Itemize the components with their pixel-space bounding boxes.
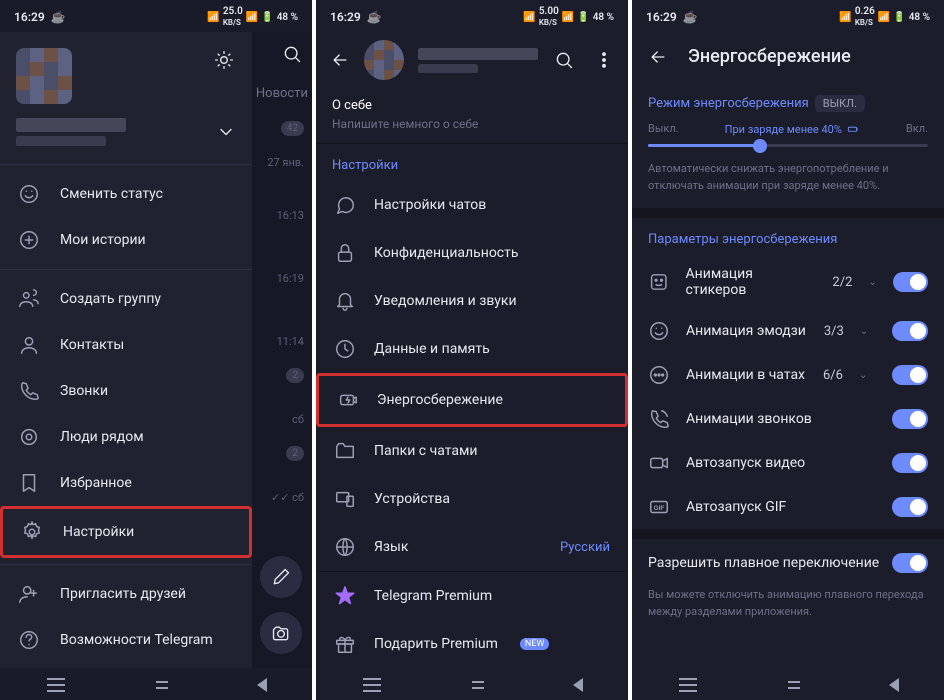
lock-icon [334, 242, 356, 264]
smile-icon [648, 320, 670, 342]
ps-stickers[interactable]: Анимация стикеров2/2⌄ [632, 255, 944, 309]
data-icon [334, 338, 356, 360]
bolt-icon [337, 389, 359, 411]
menu-saved[interactable]: Избранное [0, 460, 252, 506]
setting-data[interactable]: Данные и память [316, 325, 628, 373]
call-anim-icon [648, 408, 670, 430]
help-icon [18, 629, 40, 651]
bell-icon [334, 290, 356, 312]
setting-gift[interactable]: Подарить PremiumNEW [316, 620, 628, 668]
username-blurred [16, 118, 126, 132]
menu-change-status[interactable]: Сменить статус [0, 171, 252, 217]
phone-drawer-screen: 16:29☕ 📶 25.0KB/S 📶🔋 48 % [0, 0, 312, 700]
nav-home[interactable] [156, 678, 168, 692]
back-icon[interactable] [648, 47, 668, 67]
chat-icon [334, 194, 356, 216]
sticker-icon [648, 271, 670, 293]
folder-icon [334, 440, 356, 462]
nav-back[interactable] [257, 678, 267, 692]
menu-my-stories[interactable]: Мои истории [0, 217, 252, 263]
profile-avatar[interactable] [364, 40, 404, 80]
settings-header: Настройки [316, 144, 628, 181]
theme-toggle-icon[interactable] [214, 50, 234, 70]
camera-fab[interactable] [260, 612, 302, 654]
menu-settings[interactable]: Настройки [0, 506, 252, 558]
power-slider[interactable] [648, 144, 928, 147]
navigation-drawer: Сменить статус Мои истории Создать групп… [0, 32, 252, 668]
more-icon[interactable] [594, 50, 614, 70]
menu-create-group[interactable]: Создать группу [0, 276, 252, 322]
devices-icon [334, 488, 356, 510]
setting-notifications[interactable]: Уведомления и звуки [316, 277, 628, 325]
about-section[interactable]: О себе Напишите немного о себе [316, 88, 628, 143]
nearby-icon [18, 426, 40, 448]
chat-list-peek: Новости 42 27 янв. 16:13 16:19 11:14 2 с… [252, 32, 312, 668]
phone-icon [18, 380, 40, 402]
setting-language[interactable]: ЯзыкРусский [316, 523, 628, 571]
gear-icon [21, 521, 43, 543]
status-time: 16:29 [14, 10, 45, 24]
params-header: Параметры энергосбережения [632, 218, 944, 255]
menu-calls[interactable]: Звонки [0, 368, 252, 414]
menu-invite[interactable]: Пригласить друзей [0, 571, 252, 617]
news-tab[interactable]: Новости [252, 76, 312, 111]
phone-power-saving-screen: 16:29☕ 📶0.26KB/S📶🔋48 % Энергосбережение … [632, 0, 944, 700]
search-icon[interactable] [554, 50, 574, 70]
pencil-fab[interactable] [260, 556, 302, 598]
android-nav [0, 668, 312, 700]
power-hint: Автоматически снижать энергопотребление … [632, 161, 944, 208]
setting-devices[interactable]: Устройства [316, 475, 628, 523]
mode-label: Режим энергосбережения [648, 96, 809, 111]
ps-autogif[interactable]: Автозапуск GIF [632, 485, 944, 529]
smooth-switch-row[interactable]: Разрешить плавное переключение [632, 539, 944, 587]
back-icon[interactable] [330, 50, 350, 70]
status-bar: 16:29☕ 📶 25.0KB/S 📶🔋 48 % [0, 0, 312, 32]
battery-icon [846, 122, 860, 136]
user-avatar[interactable] [16, 48, 72, 104]
smooth-hint: Вы можете отключить анимацию плавного пе… [632, 587, 944, 634]
ps-emoji[interactable]: Анимация эмодзи3/3⌄ [632, 309, 944, 353]
bookmark-icon [18, 472, 40, 494]
toggle[interactable] [893, 272, 928, 292]
dots-chat-icon [648, 364, 670, 386]
profile-name-blurred [418, 48, 538, 60]
setting-folders[interactable]: Папки с чатами [316, 427, 628, 475]
group-icon [18, 288, 40, 310]
ps-autovideo[interactable]: Автозапуск видео [632, 441, 944, 485]
gif-icon [648, 496, 670, 518]
nav-recents[interactable] [45, 678, 67, 692]
setting-privacy[interactable]: Конфиденциальность [316, 229, 628, 277]
star-icon [334, 585, 356, 607]
menu-features[interactable]: Возможности Telegram [0, 617, 252, 663]
person-icon [18, 334, 40, 356]
menu-contacts[interactable]: Контакты [0, 322, 252, 368]
menu-people-nearby[interactable]: Люди рядом [0, 414, 252, 460]
search-icon[interactable] [282, 44, 302, 64]
stories-icon [18, 229, 40, 251]
mode-state-badge: ВЫКЛ. [815, 95, 865, 112]
smile-icon [18, 183, 40, 205]
gift-icon [334, 633, 356, 655]
plus-person-icon [18, 583, 40, 605]
phone-blurred [16, 136, 106, 146]
chevron-down-icon[interactable] [216, 122, 236, 142]
phone-settings-screen: 16:29☕ 📶5.00KB/S📶🔋48 % О себе Напишите н… [316, 0, 628, 700]
globe-icon [334, 536, 356, 558]
ps-calls-anim[interactable]: Анимации звонков [632, 397, 944, 441]
video-icon [648, 452, 670, 474]
ps-chat-anim[interactable]: Анимации в чатах6/6⌄ [632, 353, 944, 397]
page-title: Энергосбережение [688, 46, 851, 67]
setting-power-saving[interactable]: Энергосбережение [316, 373, 628, 427]
setting-chat[interactable]: Настройки чатов [316, 181, 628, 229]
setting-premium[interactable]: Telegram Premium [316, 572, 628, 620]
